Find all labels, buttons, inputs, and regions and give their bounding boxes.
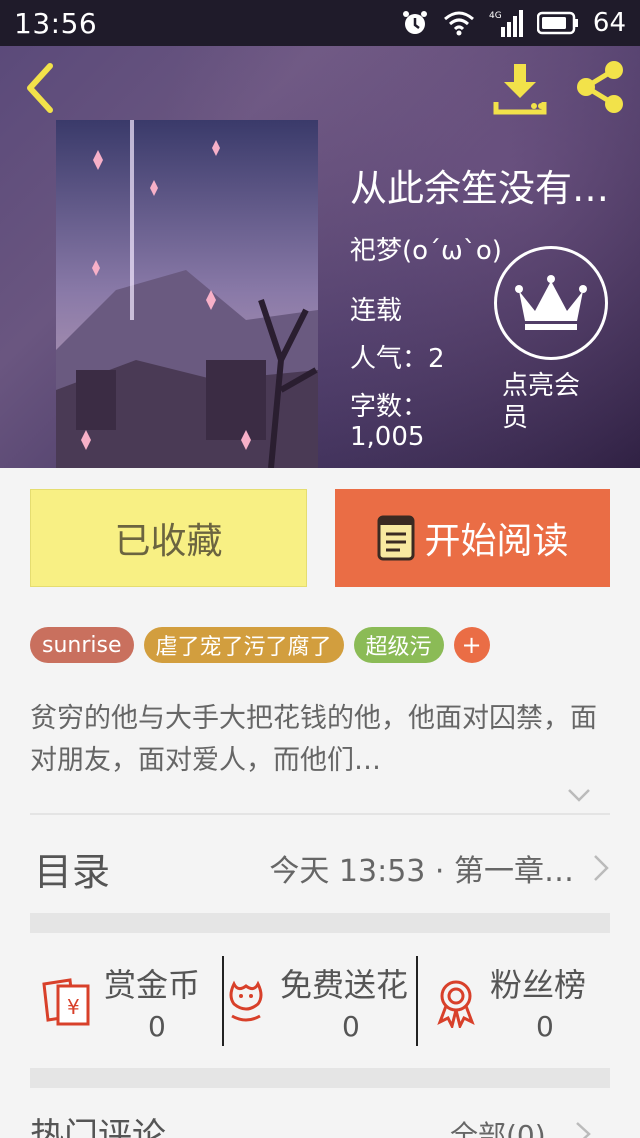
chevron-right-icon	[594, 855, 609, 881]
divider	[30, 813, 610, 815]
download-icon[interactable]	[492, 60, 548, 116]
share-icon[interactable]	[572, 58, 628, 116]
book-popularity: 人气：2	[350, 344, 445, 374]
alarm-icon	[402, 11, 427, 34]
back-chevron-icon[interactable]	[18, 60, 62, 116]
crown-icon	[515, 275, 587, 330]
svg-text:4G: 4G	[489, 11, 502, 21]
status-time: 13:56	[14, 6, 98, 40]
book-header: 从此余笙没有… 祀梦(o´ω`o) 连载 人气：2 字数： 1,005 点亮会员	[0, 46, 640, 468]
book-word-count: 1,005	[350, 422, 425, 452]
fan-ranking-stat[interactable]: 粉丝榜 0	[418, 950, 610, 1050]
toc-label: 目录	[34, 849, 111, 894]
vip-label[interactable]: 点亮会员	[502, 370, 598, 434]
support-stats: ¥ 赏金币 0 免费送花 0 粉丝榜 0	[30, 950, 610, 1050]
book-description[interactable]: 贫穷的他与大手大把花钱的他，他面对囚禁，面对朋友，面对爱人，而他们…	[30, 698, 610, 782]
svg-text:¥: ¥	[67, 995, 80, 1019]
stat-value: 0	[148, 1010, 166, 1043]
collected-button[interactable]: 已收藏	[30, 489, 307, 587]
start-reading-label: 开始阅读	[424, 521, 569, 562]
battery-icon	[536, 11, 578, 35]
red-envelope-icon: ¥	[42, 978, 90, 1026]
start-reading-button[interactable]: 开始阅读	[335, 489, 610, 587]
collected-label: 已收藏	[114, 521, 223, 562]
book-status: 连载	[350, 296, 403, 326]
flower-icon	[229, 980, 263, 1022]
book-icon	[377, 515, 415, 561]
battery-level: 64	[592, 8, 626, 38]
tag-item[interactable]: 虐了宠了污了腐了	[143, 627, 344, 663]
section-separator	[30, 1068, 610, 1088]
medal-icon	[437, 980, 475, 1028]
chevron-down-icon[interactable]	[566, 782, 592, 808]
stat-value: 0	[536, 1010, 554, 1043]
stat-label: 粉丝榜	[490, 966, 587, 1004]
cover-illustration	[56, 120, 318, 468]
latest-chapter: 今天 13:53 · 第一章…	[269, 854, 574, 889]
stat-label: 赏金币	[104, 966, 201, 1004]
book-author[interactable]: 祀梦(o´ω`o)	[350, 230, 502, 267]
tag-item[interactable]: sunrise	[30, 627, 134, 663]
tag-item[interactable]: 超级污	[353, 627, 444, 663]
all-comments-link[interactable]: 全部(0)	[450, 1114, 546, 1138]
reward-coins-stat[interactable]: ¥ 赏金币 0	[30, 950, 222, 1050]
section-separator	[30, 913, 610, 933]
wifi-icon	[443, 11, 474, 36]
stat-label: 免费送花	[280, 966, 409, 1004]
table-of-contents-row[interactable]: 目录 今天 13:53 · 第一章…	[30, 830, 610, 906]
free-flower-stat[interactable]: 免费送花 0	[224, 950, 416, 1050]
book-cover[interactable]	[56, 120, 318, 468]
add-tag-button[interactable]: +	[453, 627, 490, 663]
tag-list: sunrise 虐了宠了污了腐了 超级污 +	[30, 627, 490, 663]
book-title: 从此余笙没有…	[350, 167, 609, 210]
signal-icon: 4G	[489, 10, 523, 37]
status-icons: 4G 64	[401, 8, 626, 38]
vip-button[interactable]	[494, 246, 608, 360]
chevron-right-icon[interactable]	[574, 1120, 592, 1138]
status-bar: 13:56 4G 64	[0, 0, 640, 46]
book-word-count-label: 字数：	[350, 392, 429, 422]
stat-value: 0	[342, 1010, 360, 1043]
hot-comments-title: 热门评论	[30, 1116, 166, 1138]
